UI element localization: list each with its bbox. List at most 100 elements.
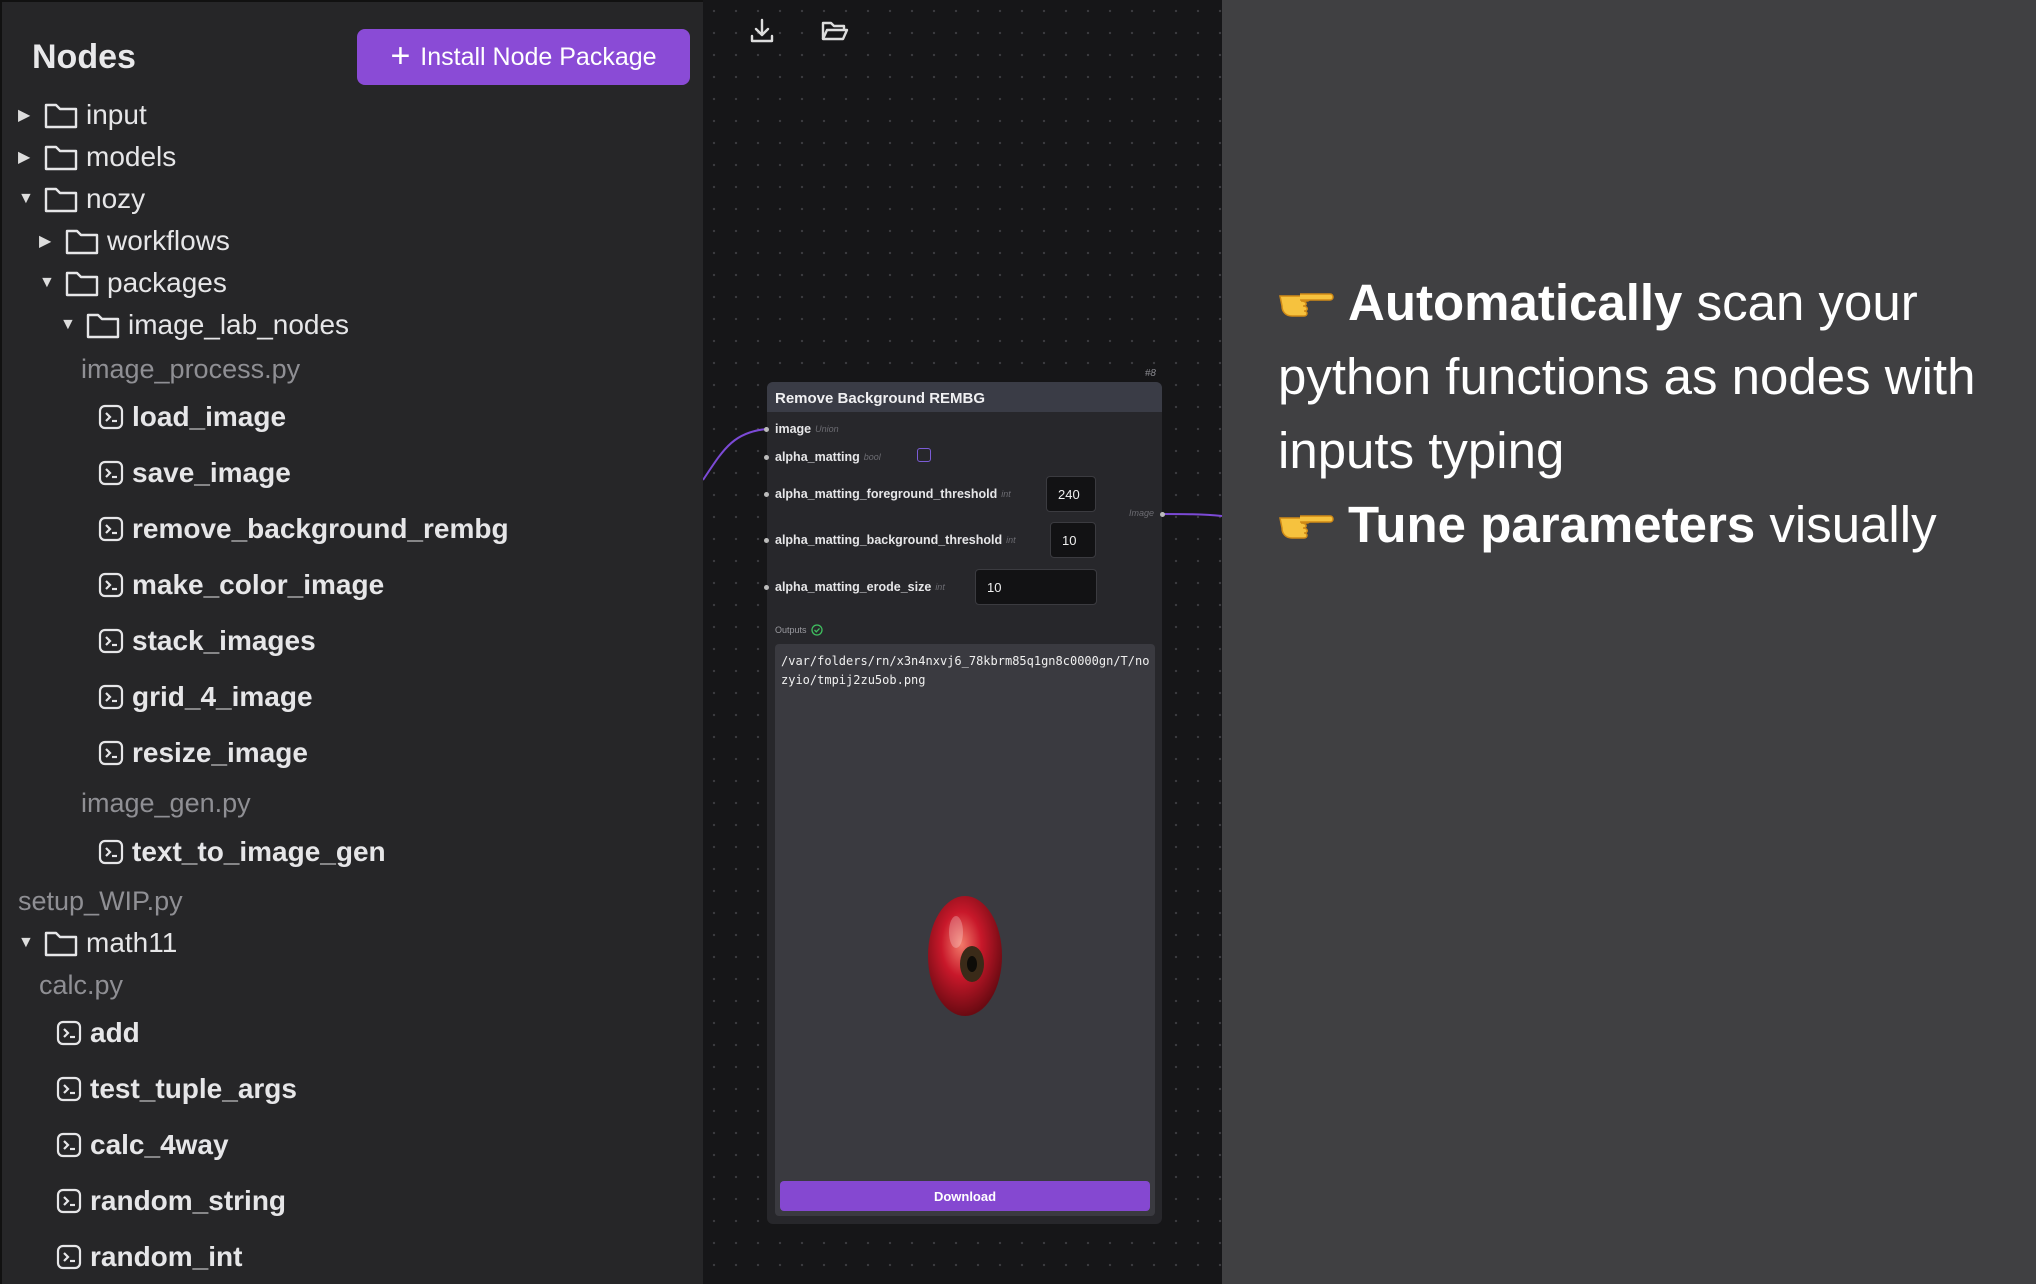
input-handle-bg-threshold[interactable] (764, 538, 769, 543)
function-icon (98, 740, 124, 766)
tree-label: load_image (132, 401, 287, 432)
tree-file-image-process[interactable]: image_process.py (81, 352, 300, 386)
tree-function-resize-image[interactable]: resize_image (98, 735, 308, 771)
tree-label: stack_images (132, 625, 316, 656)
tree-label: models (86, 141, 177, 172)
tree-function-add[interactable]: add (56, 1015, 140, 1051)
feature-2-rest: visually (1755, 496, 1937, 553)
node-id: #8 (1144, 368, 1156, 379)
function-icon (98, 628, 124, 654)
node-title[interactable]: Remove Background REMBG (767, 382, 1162, 412)
tree-folder-workflows[interactable]: ▶ workflows (39, 224, 230, 258)
tree-label: input (86, 99, 147, 130)
folder-icon (65, 229, 99, 255)
input-handle-image[interactable] (764, 427, 769, 432)
folder-icon (44, 145, 78, 171)
param-label: image (775, 422, 812, 436)
param-label: alpha_matting_background_threshold (775, 533, 1003, 547)
param-label: alpha_matting_foreground_threshold (775, 487, 998, 501)
app-window: Nodes + Install Node Package ▶ input ▶ m… (0, 0, 2036, 1284)
tree-folder-nozy[interactable]: ▼ nozy (18, 182, 145, 216)
nodes-sidebar: Nodes + Install Node Package ▶ input ▶ m… (0, 0, 703, 1284)
tree-label: image_gen.py (81, 787, 251, 818)
caret-down-icon: ▼ (18, 190, 34, 207)
install-node-package-button[interactable]: + Install Node Package (357, 29, 690, 85)
feature-2-bold: Tune parameters (1348, 496, 1756, 553)
tree-file-calc[interactable]: calc.py (39, 968, 123, 1002)
output-image-apple (928, 896, 1002, 1016)
tree-label: random_string (90, 1185, 287, 1216)
param-type: int (1001, 489, 1011, 499)
tree-label: random_int (90, 1241, 243, 1272)
output-panel: /var/folders/rn/x3n4nxvj6_78kbrm85q1gn8c… (775, 644, 1155, 1216)
download-button[interactable]: Download (780, 1181, 1150, 1211)
pointing-hand-icon (1279, 293, 1334, 317)
param-type: int (935, 582, 945, 592)
tree-label: math11 (86, 927, 178, 958)
tree-folder-math11[interactable]: ▼ math11 (18, 926, 177, 960)
install-button-label: Install Node Package (420, 42, 657, 71)
tree-function-test-tuple-args[interactable]: test_tuple_args (56, 1071, 297, 1107)
function-icon (56, 1188, 82, 1214)
output-path: /var/folders/rn/x3n4nxvj6_78kbrm85q1gn8c… (781, 654, 1150, 687)
tree-label: resize_image (132, 737, 308, 768)
fg-threshold-input[interactable]: 240 (1046, 476, 1096, 512)
tree-function-load-image[interactable]: load_image (98, 399, 286, 435)
outputs-title: Outputs (775, 625, 807, 635)
tree-label: packages (107, 267, 227, 298)
tree-label: grid_4_image (132, 681, 313, 712)
input-handle-alpha-matting[interactable] (764, 455, 769, 460)
function-icon (98, 516, 124, 542)
tree-label: make_color_image (132, 569, 385, 600)
folder-icon (44, 931, 78, 957)
node-canvas[interactable]: #8 Remove Background REMBG image Union a… (703, 0, 1222, 1284)
tree-label: nozy (86, 183, 146, 214)
tree-function-stack-images[interactable]: stack_images (98, 623, 316, 659)
tree-function-remove-background-rembg[interactable]: remove_background_rembg (98, 511, 509, 547)
plus-icon: + (390, 36, 411, 75)
tree-function-random-int[interactable]: random_int (56, 1239, 242, 1275)
caret-down-icon: ▼ (39, 274, 55, 291)
feature-line-2: python functions as nodes with (1278, 348, 1976, 405)
function-icon (56, 1132, 82, 1158)
tree-label: save_image (132, 457, 291, 488)
tree-function-save-image[interactable]: save_image (98, 455, 291, 491)
caret-down-icon: ▼ (18, 934, 34, 951)
function-icon (56, 1244, 82, 1270)
tree-function-text-to-image-gen[interactable]: text_to_image_gen (98, 834, 386, 870)
folder-icon (86, 313, 120, 339)
tree-function-make-color-image[interactable]: make_color_image (98, 567, 384, 603)
function-icon (98, 572, 124, 598)
feature-description: Automatically scan your python functions… (1278, 266, 2018, 562)
tree-folder-models[interactable]: ▶ models (18, 140, 176, 174)
param-label: alpha_matting (775, 450, 860, 464)
tree-function-random-string[interactable]: random_string (56, 1183, 286, 1219)
function-icon (98, 684, 124, 710)
caret-down-icon: ▼ (60, 316, 76, 333)
param-image: image Union (775, 422, 839, 436)
tree-label: calc_4way (90, 1129, 229, 1160)
input-handle-erode-size[interactable] (764, 585, 769, 590)
tree-function-grid-4-image[interactable]: grid_4_image (98, 679, 313, 715)
tree-folder-image-lab-nodes[interactable]: ▼ image_lab_nodes (60, 308, 349, 342)
tree-folder-input[interactable]: ▶ input (18, 98, 147, 132)
tree-function-calc-4way[interactable]: calc_4way (56, 1127, 229, 1163)
folder-icon (44, 187, 78, 213)
param-fg-threshold: alpha_matting_foreground_threshold int (775, 487, 1011, 501)
remove-background-node[interactable]: #8 Remove Background REMBG image Union a… (764, 368, 1165, 1224)
tree-label: test_tuple_args (90, 1073, 297, 1104)
param-type: int (1006, 535, 1016, 545)
sidebar-title: Nodes (32, 38, 136, 76)
output-handle-image[interactable] (1160, 512, 1165, 517)
alpha-matting-checkbox[interactable] (917, 448, 931, 462)
tree-label: setup_WIP.py (18, 885, 183, 916)
feature-1-rest: scan your (1682, 274, 1918, 331)
input-handle-fg-threshold[interactable] (764, 492, 769, 497)
tree-file-image-gen[interactable]: image_gen.py (81, 786, 251, 820)
erode-size-input[interactable]: 10 (975, 569, 1097, 605)
feature-line-1: Automatically scan your (1278, 266, 2018, 340)
param-label: alpha_matting_erode_size (775, 580, 932, 594)
tree-folder-packages[interactable]: ▼ packages (39, 266, 227, 300)
bg-threshold-input[interactable]: 10 (1050, 522, 1096, 558)
tree-file-setup-wip[interactable]: setup_WIP.py (18, 884, 183, 918)
